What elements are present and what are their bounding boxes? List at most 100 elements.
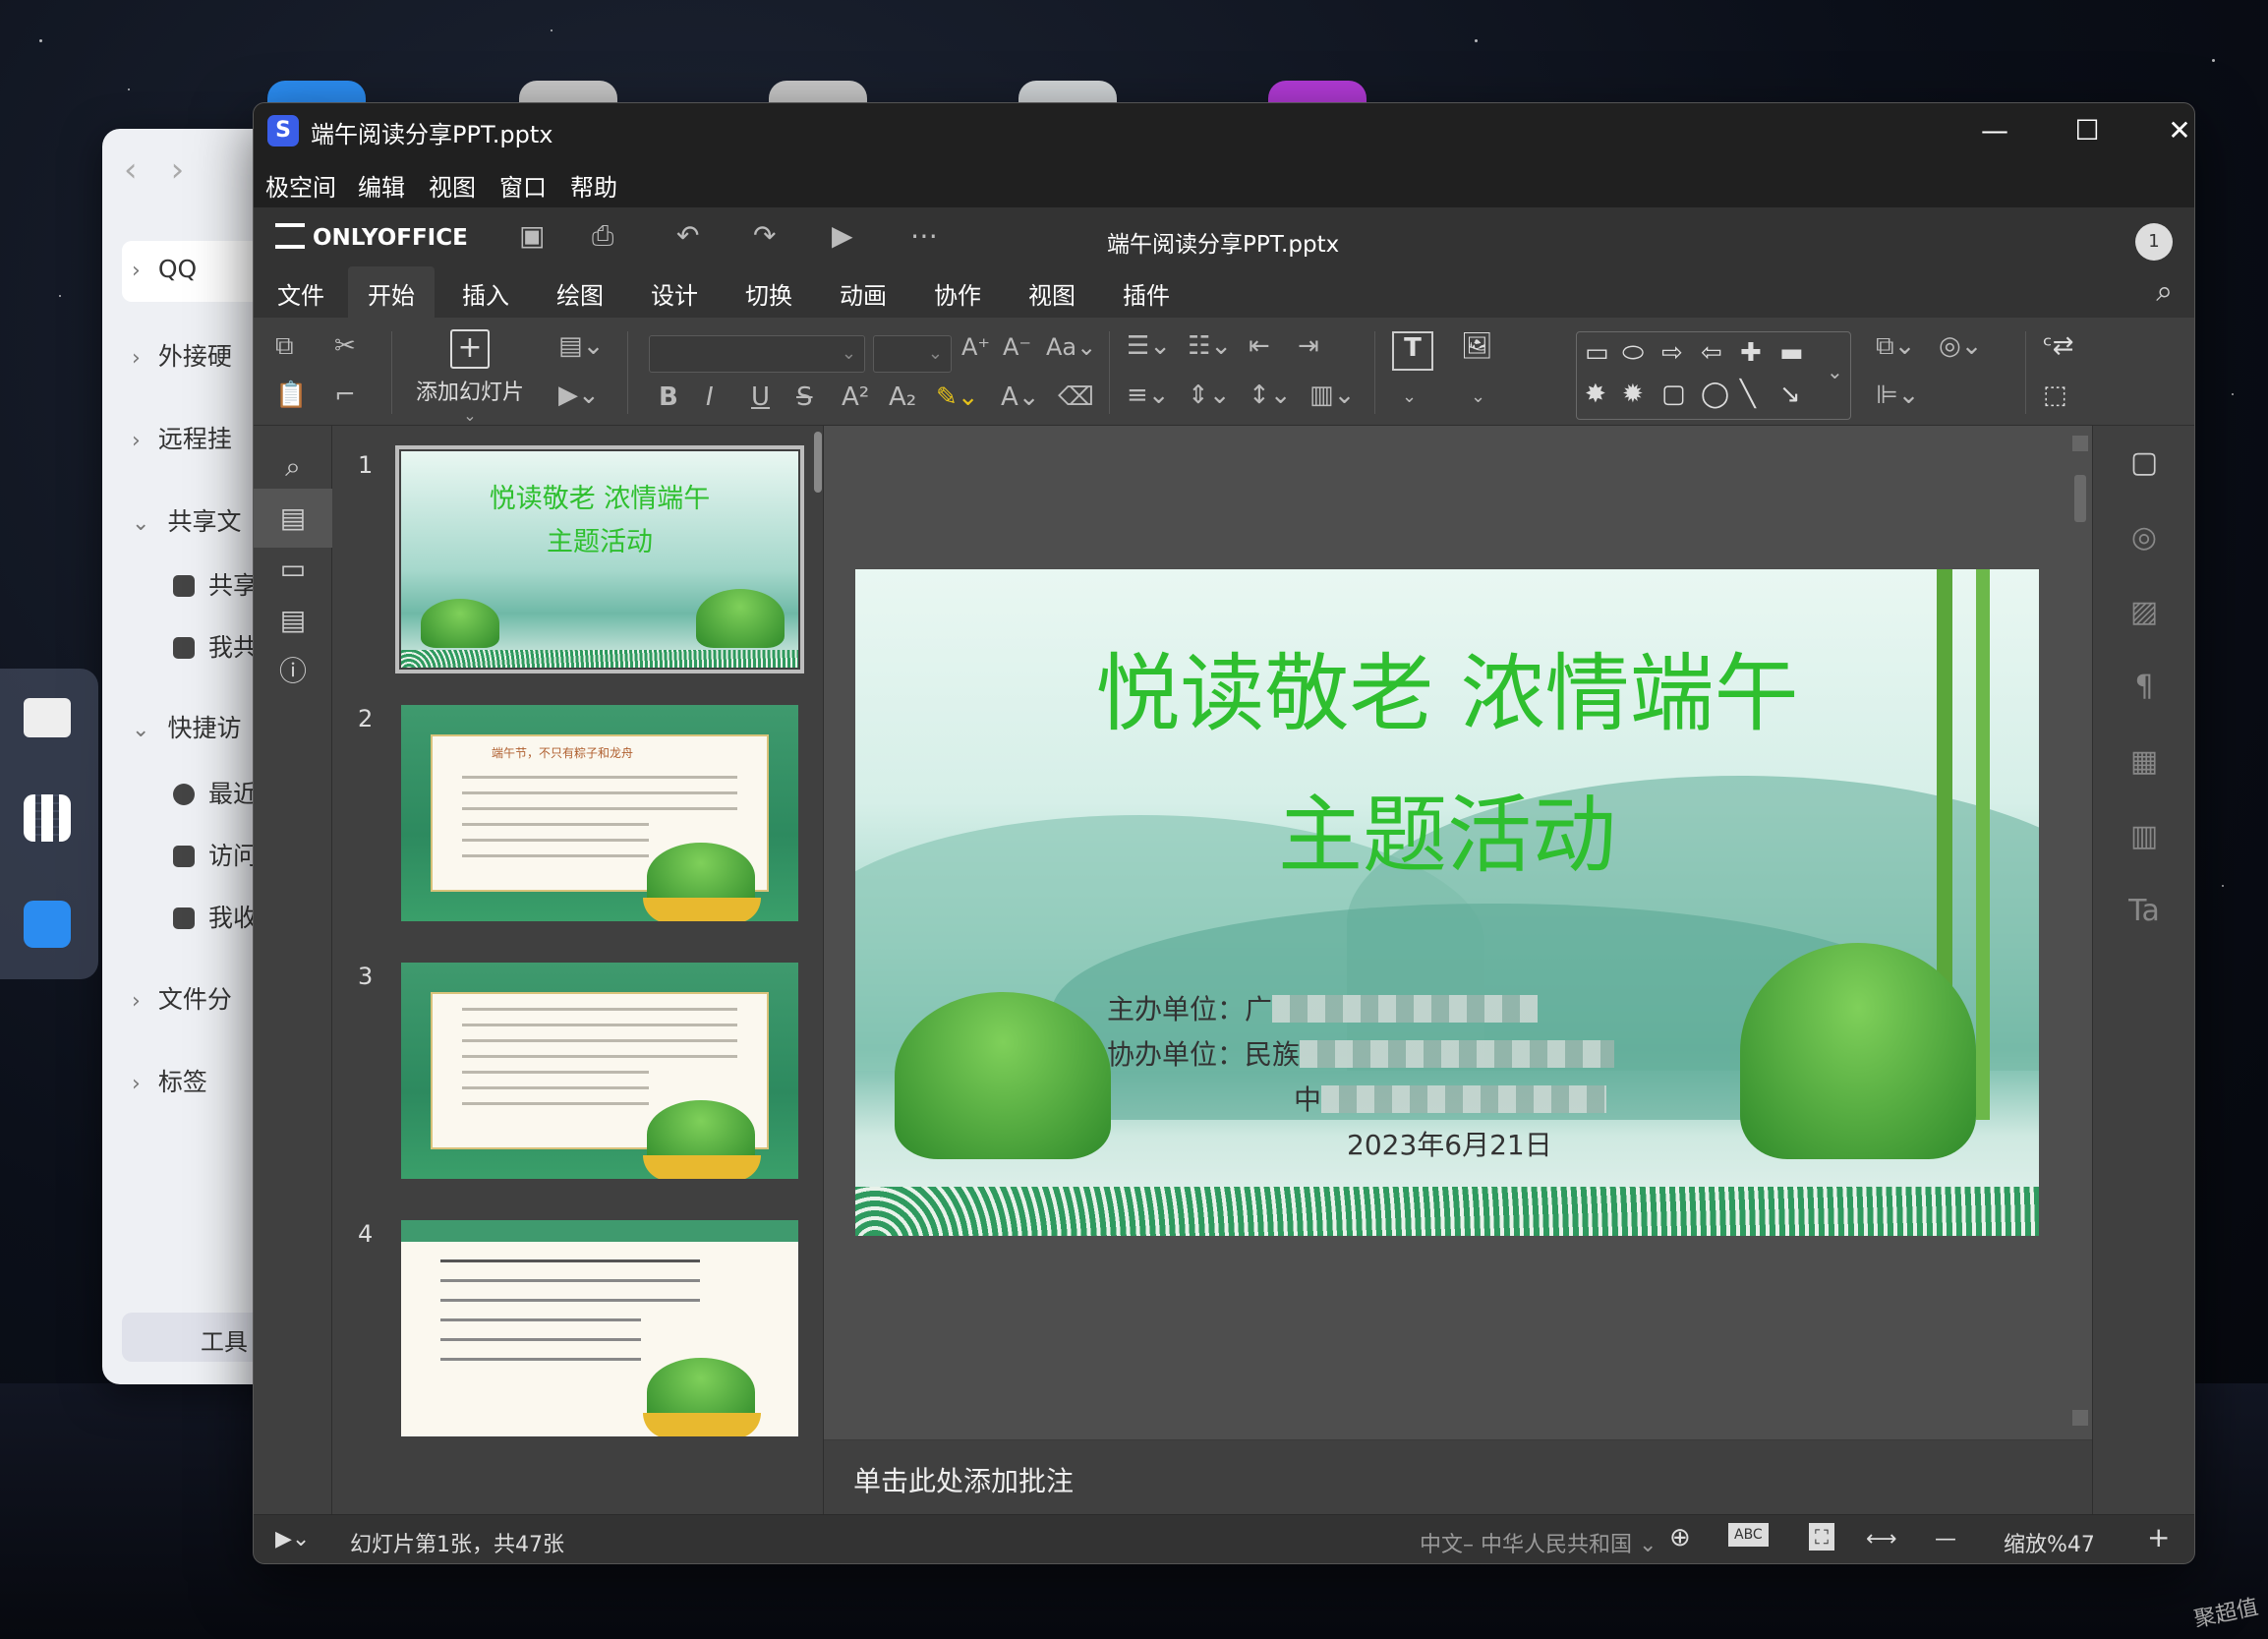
font-family-select[interactable]: ⌄ xyxy=(649,335,865,373)
notes-area[interactable]: 单击此处添加批注 xyxy=(824,1439,2094,1514)
fit-slide-icon[interactable]: ⛶ xyxy=(1809,1523,1834,1551)
shape-arrow-line-icon[interactable]: ↘ xyxy=(1779,380,1801,409)
shapes-gallery[interactable]: ▭ ⬭ ⇨ ⇦ ✚ ▬ ✸ ✹ ▢ ◯ ╲ ↘ ⌄ xyxy=(1576,331,1851,420)
close-button[interactable]: ✕ xyxy=(2135,107,2194,154)
sidebar-item[interactable]: › 文件分 xyxy=(132,980,232,1016)
highlight-icon[interactable]: ✎⌄ xyxy=(936,382,979,412)
textart-settings-icon[interactable]: Ta xyxy=(2093,894,2194,928)
shape-cloud-callout-icon[interactable]: ◯ xyxy=(1701,380,1729,409)
slide-thumbnail[interactable]: 端午节，不只有粽子和龙舟 xyxy=(401,705,798,921)
slide-title[interactable]: 悦读敬老 浓情端午 xyxy=(855,624,2039,747)
menu-item[interactable]: 视图 xyxy=(429,168,476,203)
tab-file[interactable]: 文件 xyxy=(258,266,344,318)
slide-thumbnail[interactable]: 悦读敬老 浓情端午 主题活动 xyxy=(395,445,804,673)
fit-width-icon[interactable]: ⟷ xyxy=(1866,1527,1897,1551)
sidebar-item[interactable]: ⌄ 共享文 xyxy=(132,502,241,538)
chevron-down-icon[interactable]: ⌄ xyxy=(1402,386,1417,407)
tab-design[interactable]: 设计 xyxy=(631,266,718,318)
strikethrough-icon[interactable]: S xyxy=(796,382,813,412)
sidebar-subitem[interactable]: 共享 xyxy=(173,566,258,602)
maximize-button[interactable]: ☐ xyxy=(2043,107,2131,154)
menu-item[interactable]: 帮助 xyxy=(570,168,617,203)
more-icon[interactable]: ⋯ xyxy=(910,219,938,252)
spellcheck-icon[interactable]: ABC xyxy=(1728,1523,1769,1547)
slide-thumbnail[interactable] xyxy=(401,963,798,1179)
shape-minus-icon[interactable]: ▬ xyxy=(1779,338,1804,368)
file-manager-icon[interactable] xyxy=(24,901,71,948)
bullets-icon[interactable]: ☰⌄ xyxy=(1127,331,1171,361)
undo-icon[interactable]: ↶ xyxy=(676,219,699,252)
third-line[interactable]: 中 xyxy=(1294,1079,1607,1118)
scroll-thumb[interactable] xyxy=(2074,475,2086,522)
shape-plus-icon[interactable]: ✚ xyxy=(1740,338,1762,368)
shape-callout-icon[interactable]: ▢ xyxy=(1661,380,1686,409)
text-box-icon[interactable]: T xyxy=(1392,331,1433,371)
image-settings-icon[interactable]: ▨ xyxy=(2093,595,2194,629)
vertical-align-icon[interactable]: ⇕⌄ xyxy=(1188,380,1231,410)
slideshow-start-icon[interactable]: ▶⌄ xyxy=(275,1527,310,1551)
save-icon[interactable]: ▣ xyxy=(519,219,545,252)
columns-icon[interactable]: ▥⌄ xyxy=(1309,380,1355,410)
desktop-icon[interactable] xyxy=(24,698,71,737)
slides-panel-icon[interactable]: ▤ xyxy=(254,489,332,548)
shape-rectangle-icon[interactable]: ▭ xyxy=(1585,338,1609,368)
tab-collaboration[interactable]: 协作 xyxy=(914,266,1001,318)
sidebar-subitem[interactable]: 我共 xyxy=(173,628,258,664)
font-size-select[interactable]: ⌄ xyxy=(873,335,952,373)
forward-icon[interactable]: › xyxy=(171,150,185,190)
sidebar-item[interactable]: › 标签 xyxy=(132,1063,207,1098)
sidebar-item[interactable]: › 远程挂 xyxy=(132,420,232,455)
slideshow-icon[interactable]: ▶ xyxy=(832,219,853,252)
redo-icon[interactable]: ↷ xyxy=(753,219,776,252)
bold-icon[interactable]: B xyxy=(659,382,678,412)
tab-home[interactable]: 开始 xyxy=(348,266,435,318)
shape-line-icon[interactable]: ╲ xyxy=(1740,380,1756,409)
search-icon[interactable]: ⌕ xyxy=(254,438,332,497)
tab-plugins[interactable]: 插件 xyxy=(1103,266,1190,318)
scroll-down-icon[interactable] xyxy=(2072,1410,2088,1426)
chevron-down-icon[interactable]: ⌄ xyxy=(1471,386,1485,407)
zoom-in-button[interactable]: + xyxy=(2147,1521,2170,1553)
chart-settings-icon[interactable]: ▥ xyxy=(2093,819,2194,853)
image-icon[interactable]: 🖼 xyxy=(1461,331,1493,361)
group-icon[interactable]: ◎⌄ xyxy=(1939,331,1982,361)
numbering-icon[interactable]: ☷⌄ xyxy=(1188,331,1232,361)
about-icon[interactable]: ⓘ xyxy=(254,642,332,701)
tab-draw[interactable]: 绘图 xyxy=(537,266,623,318)
decrease-indent-icon[interactable]: ⇤ xyxy=(1249,331,1270,361)
tab-transitions[interactable]: 切换 xyxy=(726,266,812,318)
language-select[interactable]: 中文– 中华人民共和国 ⌄ xyxy=(1420,1527,1657,1558)
align-objects-icon[interactable]: ⊫⌄ xyxy=(1876,380,1919,410)
table-settings-icon[interactable]: ▦ xyxy=(2093,744,2194,779)
shape-settings-icon[interactable]: ◎ xyxy=(2093,520,2194,555)
align-left-icon[interactable]: ≡⌄ xyxy=(1127,380,1170,410)
replace-icon[interactable]: ᶜ⇄ xyxy=(2043,331,2073,361)
paragraph-settings-icon[interactable]: ¶ xyxy=(2093,670,2194,704)
italic-icon[interactable]: I xyxy=(706,382,714,412)
tab-animation[interactable]: 动画 xyxy=(820,266,906,318)
subscript-icon[interactable]: A₂ xyxy=(889,382,916,412)
app-grid-icon[interactable] xyxy=(24,794,71,842)
language-icon[interactable]: ⊕ xyxy=(1669,1523,1691,1552)
menu-item[interactable]: 编辑 xyxy=(358,168,405,203)
change-case-icon[interactable]: Aa⌄ xyxy=(1046,333,1096,361)
comments-icon[interactable]: ▭ xyxy=(254,540,332,599)
sidebar-subitem[interactable]: 访问 xyxy=(173,837,258,872)
zoom-out-button[interactable]: — xyxy=(1935,1527,1956,1551)
search-icon[interactable]: ⌕ xyxy=(2156,274,2173,309)
editor-scrollbar[interactable] xyxy=(2070,436,2090,1426)
minimize-button[interactable]: — xyxy=(1950,107,2039,154)
shape-explosion-icon[interactable]: ✹ xyxy=(1622,380,1644,409)
layout-icon[interactable]: ▤⌄ xyxy=(558,331,604,361)
font-size-increase-icon[interactable]: A⁺ xyxy=(961,333,990,361)
slide-subtitle[interactable]: 主题活动 xyxy=(855,766,2039,889)
copy-icon[interactable]: ⧉ xyxy=(275,331,294,362)
shape-right-arrow-icon[interactable]: ⇨ xyxy=(1661,338,1683,368)
cut-icon[interactable]: ✂ xyxy=(334,331,356,361)
current-slide[interactable]: 悦读敬老 浓情端午 主题活动 主办单位：广 协办单位：民族 中 2023年6月2… xyxy=(855,569,2039,1236)
menu-item[interactable]: 窗口 xyxy=(499,168,547,203)
shape-starburst-icon[interactable]: ✸ xyxy=(1585,380,1606,409)
increase-indent-icon[interactable]: ⇥ xyxy=(1298,331,1319,361)
slideshow-from-icon[interactable]: ▶⌄ xyxy=(558,380,600,410)
shape-ellipse-icon[interactable]: ⬭ xyxy=(1622,338,1644,369)
